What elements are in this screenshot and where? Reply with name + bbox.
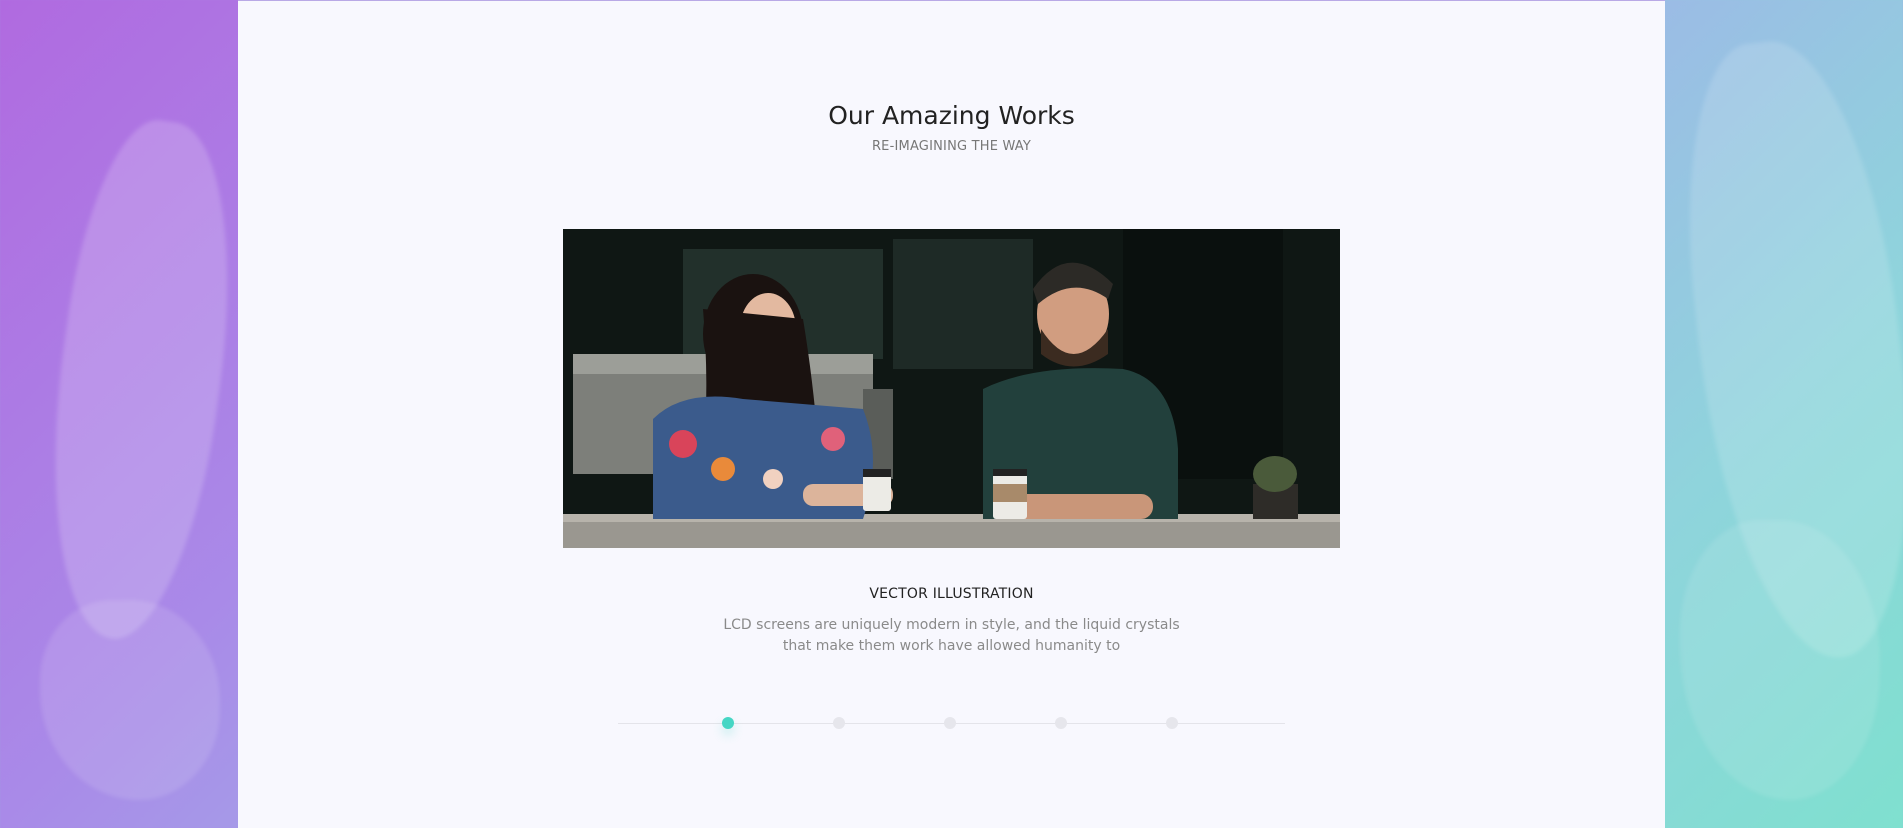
- work-description: LCD screens are uniquely modern in style…: [723, 617, 1180, 654]
- background-figure-left-lower: [40, 600, 220, 800]
- section-title: Our Amazing Works: [828, 101, 1075, 130]
- work-title: VECTOR ILLUSTRATION: [869, 586, 1034, 602]
- background-figure-left: [24, 111, 256, 649]
- slider-dot-4[interactable]: [1055, 717, 1067, 729]
- background-figure-right-lower: [1680, 520, 1880, 800]
- slider-dot-3[interactable]: [944, 717, 956, 729]
- slider-dot-1[interactable]: [722, 717, 734, 729]
- section-subtitle: RE-IMAGINING THE WAY: [871, 139, 1032, 154]
- slider-dot-5[interactable]: [1166, 717, 1178, 729]
- cafe-photo-illustration: [563, 229, 1340, 548]
- work-image[interactable]: [563, 229, 1340, 548]
- slider-dot-2[interactable]: [833, 717, 845, 729]
- works-section: Our Amazing Works RE-IMAGINING THE WAY V…: [238, 0, 1665, 828]
